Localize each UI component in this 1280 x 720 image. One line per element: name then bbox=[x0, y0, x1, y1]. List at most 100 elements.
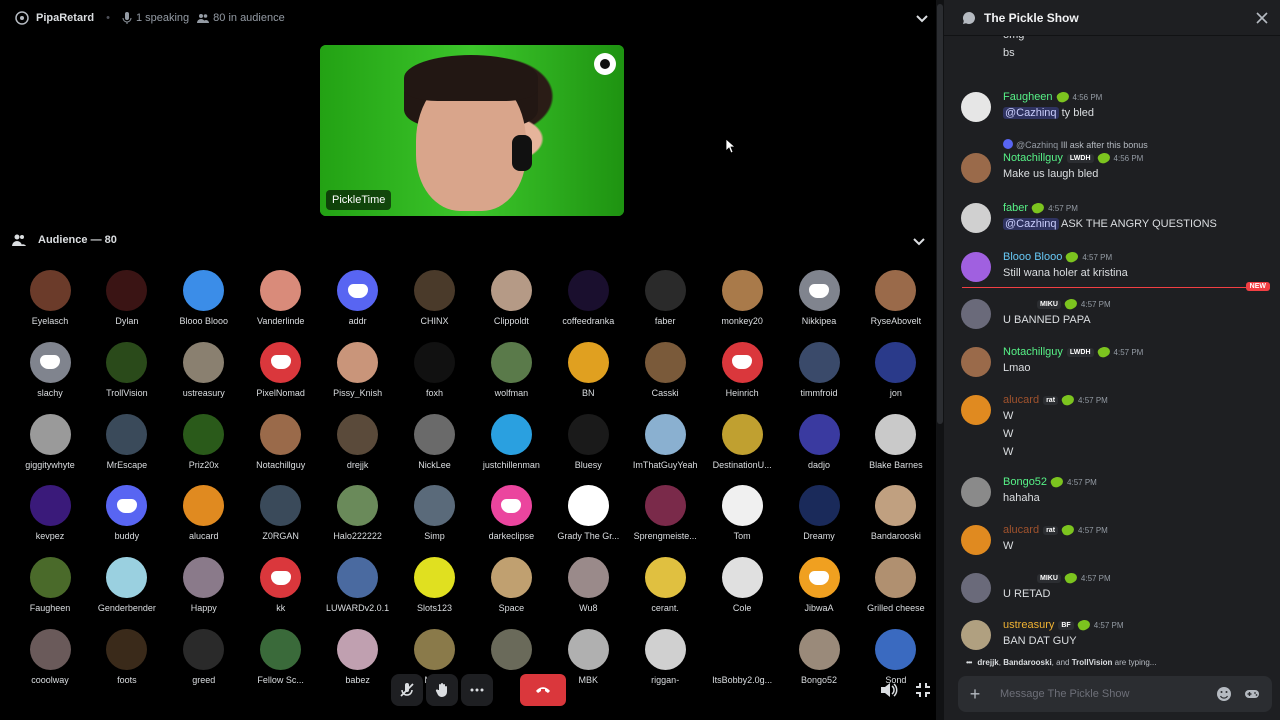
audience-member[interactable]: MrEscape bbox=[89, 413, 165, 470]
audience-member[interactable]: Sond bbox=[858, 629, 934, 685]
audience-member[interactable]: Blooo Blooo bbox=[166, 270, 242, 326]
audience-member[interactable]: Fellow Sc... bbox=[243, 629, 319, 685]
audience-member[interactable]: greed bbox=[166, 629, 242, 685]
audience-member[interactable] bbox=[473, 629, 549, 675]
volume-icon[interactable] bbox=[880, 682, 898, 698]
audience-member[interactable]: babez bbox=[320, 629, 396, 685]
author-name[interactable]: alucard bbox=[1003, 394, 1039, 406]
message-input[interactable] bbox=[992, 688, 1216, 700]
speaker-video-tile[interactable]: PickleTime bbox=[320, 45, 624, 216]
audience-member[interactable]: Faugheen bbox=[12, 557, 88, 613]
audience-member[interactable]: darkeclipse bbox=[473, 485, 549, 541]
audience-member[interactable]: Dylan bbox=[89, 270, 165, 326]
chevron-down-icon[interactable] bbox=[912, 234, 926, 248]
audience-member[interactable]: Space bbox=[473, 557, 549, 613]
avatar[interactable] bbox=[961, 395, 991, 425]
audience-member[interactable]: Sprengmeiste... bbox=[627, 485, 703, 541]
avatar[interactable] bbox=[961, 153, 991, 183]
audience-member[interactable]: buddy bbox=[89, 485, 165, 541]
more-options-button[interactable] bbox=[461, 674, 493, 706]
audience-section-header[interactable]: Audience — 80 bbox=[12, 232, 932, 248]
audience-member[interactable]: Bandarooski bbox=[858, 485, 934, 541]
audience-member[interactable]: Eyelasch bbox=[12, 270, 88, 326]
user-mention[interactable]: @Cazhinq bbox=[1003, 107, 1059, 119]
audience-member[interactable]: Happy bbox=[166, 557, 242, 613]
stage-scrollbar[interactable] bbox=[936, 0, 944, 720]
audience-member[interactable]: TrollVision bbox=[89, 341, 165, 398]
audience-member[interactable]: wolfman bbox=[473, 341, 549, 398]
close-icon[interactable] bbox=[1256, 12, 1268, 24]
mute-toggle-button[interactable] bbox=[391, 674, 423, 706]
audience-member[interactable]: faber bbox=[627, 270, 703, 326]
audience-member[interactable]: NickLee bbox=[397, 413, 473, 470]
audience-member[interactable]: slachy bbox=[12, 341, 88, 398]
avatar[interactable] bbox=[961, 252, 991, 282]
author-name[interactable]: alucard bbox=[1003, 524, 1039, 536]
audience-member[interactable]: Priz20x bbox=[166, 413, 242, 470]
audience-member[interactable]: Cole bbox=[704, 557, 780, 613]
avatar[interactable] bbox=[961, 525, 991, 555]
audience-member[interactable]: Clippoldt bbox=[473, 270, 549, 326]
audience-member[interactable]: DestinationU... bbox=[704, 413, 780, 470]
scrollbar-thumb[interactable] bbox=[937, 4, 943, 424]
author-name[interactable]: Notachillguy bbox=[1003, 346, 1063, 358]
user-mention[interactable]: @Cazhinq bbox=[1003, 218, 1059, 230]
exit-fullscreen-icon[interactable] bbox=[915, 682, 931, 698]
author-name-hidden[interactable] bbox=[1003, 572, 1033, 584]
audience-member[interactable]: giggitywhyte bbox=[12, 413, 88, 470]
audience-member[interactable]: Heinrich bbox=[704, 341, 780, 398]
audience-member[interactable]: riggan- bbox=[627, 629, 703, 685]
audience-member[interactable]: drejjk bbox=[320, 413, 396, 470]
avatar[interactable] bbox=[961, 477, 991, 507]
gamepad-icon[interactable] bbox=[1244, 686, 1260, 702]
audience-member[interactable]: BN bbox=[550, 341, 626, 398]
avatar[interactable] bbox=[961, 92, 991, 122]
audience-member[interactable]: Dreamy bbox=[781, 485, 857, 541]
avatar[interactable] bbox=[961, 573, 991, 603]
audience-member[interactable]: ustreasury bbox=[166, 341, 242, 398]
audience-member[interactable]: Vanderlinde bbox=[243, 270, 319, 326]
audience-member[interactable]: Tom bbox=[704, 485, 780, 541]
audience-member[interactable]: Bluesy bbox=[550, 413, 626, 470]
audience-member[interactable]: Blake Barnes bbox=[858, 413, 934, 470]
audience-member[interactable]: foxh bbox=[397, 341, 473, 398]
audience-member[interactable]: Simp bbox=[397, 485, 473, 541]
author-name[interactable]: Faugheen bbox=[1003, 91, 1053, 103]
add-attachment-button[interactable]: + bbox=[958, 684, 992, 705]
author-name-hidden[interactable] bbox=[1003, 298, 1033, 310]
audience-member[interactable]: coffeedranka bbox=[550, 270, 626, 326]
author-name[interactable]: Blooo Blooo bbox=[1003, 251, 1062, 263]
audience-member[interactable]: alucard bbox=[166, 485, 242, 541]
chevron-down-icon[interactable] bbox=[914, 10, 930, 26]
audience-member[interactable]: addr bbox=[320, 270, 396, 326]
audience-member[interactable]: foots bbox=[89, 629, 165, 685]
audience-member[interactable]: JibwaA bbox=[781, 557, 857, 613]
author-name[interactable]: Notachillguy bbox=[1003, 152, 1063, 164]
audience-member[interactable]: Casski bbox=[627, 341, 703, 398]
audience-member[interactable]: cooolway bbox=[12, 629, 88, 685]
audience-member[interactable]: cerant. bbox=[627, 557, 703, 613]
audience-member[interactable]: Notachillguy bbox=[243, 413, 319, 470]
avatar[interactable] bbox=[961, 299, 991, 329]
reply-preview[interactable]: @Cazhinq Ill ask after this bonus bbox=[1003, 139, 1148, 150]
emoji-icon[interactable] bbox=[1216, 686, 1232, 702]
audience-member[interactable]: justchillenman bbox=[473, 413, 549, 470]
author-name[interactable]: faber bbox=[1003, 202, 1028, 214]
audience-member[interactable]: timmfroid bbox=[781, 341, 857, 398]
avatar[interactable] bbox=[961, 347, 991, 377]
audience-member[interactable]: Slots123 bbox=[397, 557, 473, 613]
audience-member[interactable]: RyseAbovelt bbox=[858, 270, 934, 326]
audience-member[interactable]: dadjo bbox=[781, 413, 857, 470]
audience-member[interactable]: Wu8 bbox=[550, 557, 626, 613]
avatar[interactable] bbox=[961, 203, 991, 233]
audience-member[interactable]: Genderbender bbox=[89, 557, 165, 613]
audience-member[interactable]: CHINX bbox=[397, 270, 473, 326]
audience-member[interactable]: Grady The Gr... bbox=[550, 485, 626, 541]
audience-member[interactable]: PixelNomad bbox=[243, 341, 319, 398]
audience-member[interactable]: kk bbox=[243, 557, 319, 613]
audience-member[interactable]: ItsBobby2.0g... bbox=[704, 629, 780, 685]
audience-member[interactable]: Bongo52 bbox=[781, 629, 857, 685]
audience-member[interactable]: Halo222222 bbox=[320, 485, 396, 541]
audience-member[interactable]: monkey20 bbox=[704, 270, 780, 326]
audience-member[interactable]: Z0RGAN bbox=[243, 485, 319, 541]
